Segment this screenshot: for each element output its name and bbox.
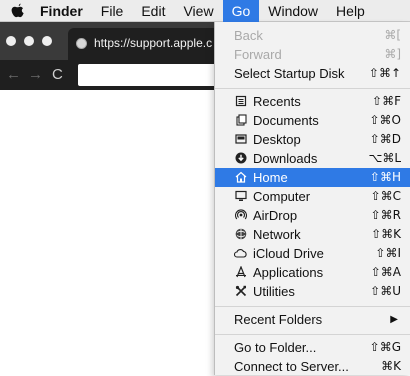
recents-icon [234, 95, 247, 108]
close-window-button[interactable] [6, 36, 16, 46]
menu-item-shortcut: ⇧⌘O [369, 113, 402, 127]
browser-tab[interactable]: https://support.apple.c [68, 28, 228, 60]
menu-item-downloads[interactable]: Downloads ⌥⌘L [215, 149, 410, 168]
menu-item-shortcut: ⌘[ [384, 28, 401, 42]
menu-separator [215, 306, 410, 307]
menu-item-go-to-folder[interactable]: Go to Folder... ⇧⌘G [215, 338, 410, 357]
menu-item-recent-folders[interactable]: Recent Folders ▶ [215, 310, 410, 329]
menu-item-label: Network [253, 227, 301, 242]
menu-item-shortcut: ⇧⌘I [375, 246, 401, 260]
menu-view[interactable]: View [174, 0, 222, 22]
menu-item-label: Downloads [253, 151, 318, 166]
menu-item-network[interactable]: Network ⇧⌘K [215, 225, 410, 244]
menu-item-label: Go to Folder... [234, 340, 317, 355]
menu-go[interactable]: Go [222, 0, 260, 22]
desktop-icon [234, 133, 247, 146]
menu-item-shortcut: ⇧⌘U [370, 284, 401, 298]
home-icon [234, 171, 247, 184]
menu-item-label: Recents [253, 94, 301, 109]
menu-item-label: Utilities [253, 284, 295, 299]
menu-separator [215, 88, 410, 89]
menu-item-icloud-drive[interactable]: iCloud Drive ⇧⌘I [215, 244, 410, 263]
menu-item-computer[interactable]: Computer ⇧⌘C [215, 187, 410, 206]
airdrop-icon [234, 209, 247, 222]
menu-item-label: Computer [253, 189, 311, 204]
menu-help[interactable]: Help [327, 0, 374, 22]
menu-item-shortcut: ⇧⌘↑ [368, 66, 401, 80]
menu-item-shortcut: ⌥⌘L [368, 151, 401, 165]
menu-item-shortcut: ⇧⌘D [369, 132, 401, 146]
menu-item-label: Select Startup Disk [234, 66, 345, 81]
menu-item-shortcut: ⇧⌘F [372, 94, 401, 108]
go-menu-dropdown: Back ⌘[ Forward ⌘] Select Startup Disk ⇧… [214, 22, 410, 375]
menu-item-home[interactable]: Home ⇧⌘H [215, 168, 410, 187]
menu-item-shortcut: ⇧⌘H [369, 170, 401, 184]
menu-item-desktop[interactable]: Desktop ⇧⌘D [215, 130, 410, 149]
address-bar[interactable] [78, 64, 228, 86]
menu-item-connect-to-server[interactable]: Connect to Server... ⌘K [215, 357, 410, 376]
tab-title: https://support.apple.c [94, 36, 213, 50]
menu-item-select-startup-disk[interactable]: Select Startup Disk ⇧⌘↑ [215, 64, 410, 83]
menu-item-applications[interactable]: Applications ⇧⌘A [215, 263, 410, 282]
menu-item-recents[interactable]: Recents ⇧⌘F [215, 92, 410, 111]
menu-file[interactable]: File [92, 0, 133, 22]
menu-item-label: AirDrop [253, 208, 298, 223]
menu-item-label: Back [234, 28, 263, 43]
back-arrow-icon[interactable]: ← [6, 65, 21, 85]
network-icon [234, 228, 247, 241]
documents-icon [234, 114, 247, 127]
apple-logo-icon[interactable] [0, 0, 34, 22]
minimize-window-button[interactable] [24, 36, 34, 46]
menu-item-label: Home [253, 170, 288, 185]
menu-item-utilities[interactable]: Utilities ⇧⌘U [215, 282, 410, 301]
menu-item-label: Recent Folders [234, 312, 323, 327]
menu-item-label: Connect to Server... [234, 359, 349, 374]
menu-item-shortcut: ⌘] [384, 47, 401, 61]
computer-icon [234, 190, 247, 203]
applications-icon [234, 265, 247, 279]
reload-icon[interactable]: C [52, 65, 63, 85]
menu-bar: Finder File Edit View Go Window Help [0, 0, 410, 22]
submenu-arrow-icon: ▶ [390, 314, 398, 325]
utilities-icon [234, 285, 247, 298]
icloud-icon [233, 247, 247, 260]
menu-finder[interactable]: Finder [34, 0, 92, 22]
downloads-icon [234, 152, 247, 165]
menu-item-shortcut: ⇧⌘A [370, 265, 401, 279]
menu-item-shortcut: ⇧⌘R [370, 208, 401, 222]
menu-item-label: iCloud Drive [253, 246, 324, 261]
menu-item-back[interactable]: Back ⌘[ [215, 26, 410, 45]
menu-separator [215, 334, 410, 335]
zoom-window-button[interactable] [42, 36, 52, 46]
menu-item-documents[interactable]: Documents ⇧⌘O [215, 111, 410, 130]
forward-arrow-icon[interactable]: → [28, 65, 43, 85]
menu-item-label: Documents [253, 113, 319, 128]
menu-edit[interactable]: Edit [132, 0, 174, 22]
menu-item-airdrop[interactable]: AirDrop ⇧⌘R [215, 206, 410, 225]
menu-item-shortcut: ⇧⌘G [369, 340, 401, 354]
menu-window[interactable]: Window [259, 0, 327, 22]
menu-item-shortcut: ⇧⌘K [371, 227, 401, 241]
menu-item-shortcut: ⌘K [381, 359, 401, 373]
favicon-icon [76, 38, 87, 49]
menu-item-label: Forward [234, 47, 282, 62]
menu-item-forward[interactable]: Forward ⌘] [215, 45, 410, 64]
menu-item-shortcut: ⇧⌘C [370, 189, 401, 203]
menu-item-label: Desktop [253, 132, 301, 147]
menu-item-label: Applications [253, 265, 324, 280]
